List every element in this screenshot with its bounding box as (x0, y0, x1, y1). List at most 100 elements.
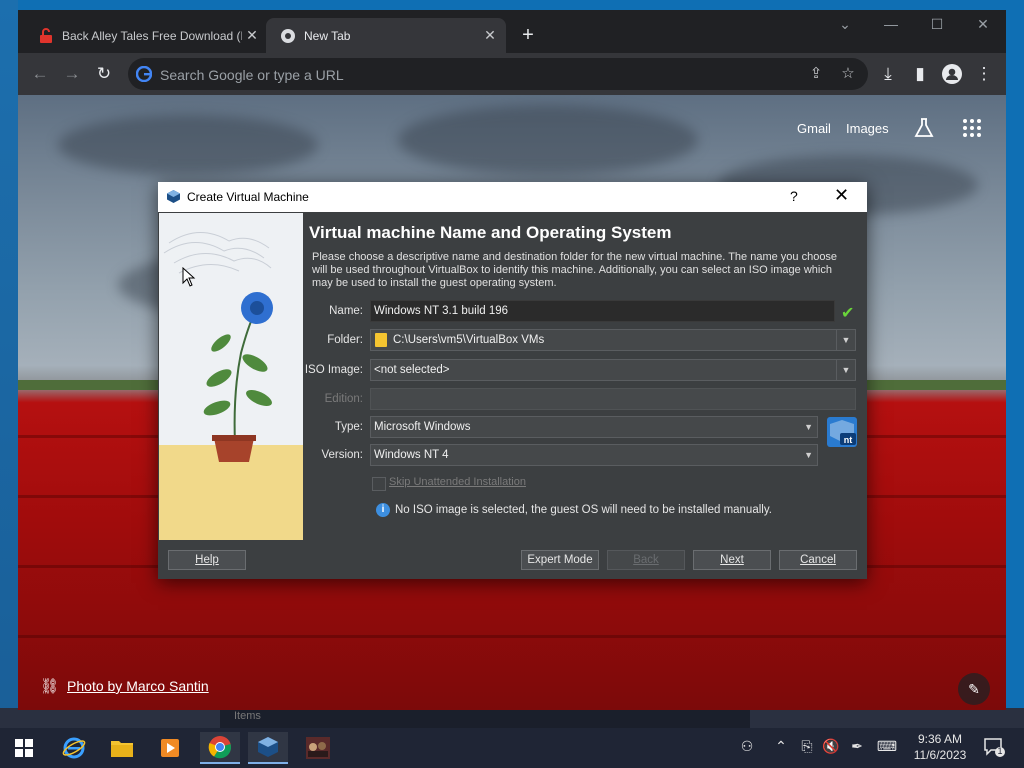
chevron-down-icon: ▼ (804, 450, 813, 460)
customize-pencil-icon[interactable]: ✎ (958, 673, 990, 705)
lock-icon (38, 27, 54, 44)
tab-title: New Tab (304, 28, 351, 43)
version-label: Version: (321, 449, 363, 461)
background-window: Items (220, 708, 750, 728)
wizard-illustration (159, 213, 303, 540)
tab-back-alley-tales[interactable]: Back Alley Tales Free Download (P ✕ (24, 18, 268, 53)
file-explorer-icon[interactable] (102, 732, 142, 764)
folder-icon (375, 333, 387, 347)
iso-combo[interactable]: <not selected> ▼ (370, 359, 856, 381)
desktop-background (0, 0, 18, 728)
apps-grid-icon[interactable] (961, 117, 983, 139)
expert-mode-label: Expert Mode (527, 554, 593, 566)
network-icon[interactable]: ⎘ (796, 738, 818, 755)
internet-explorer-icon[interactable] (54, 732, 94, 764)
volume-muted-icon[interactable]: 🔇 (820, 738, 842, 755)
taskbar-clock[interactable]: 9:36 AM 11/6/2023 (905, 731, 975, 763)
type-combo[interactable]: Microsoft Windows ▼ (370, 416, 818, 438)
photo-credit-text: Photo by Marco Santin (67, 678, 209, 694)
chevron-down-icon[interactable]: ▼ (836, 330, 855, 350)
folder-label: Folder: (327, 334, 363, 346)
windows-nt-os-icon: nt (826, 416, 858, 448)
side-panel-icon[interactable]: ▮ (910, 64, 930, 84)
info-text: No ISO image is selected, the guest OS w… (395, 504, 772, 516)
next-button[interactable]: Next (693, 550, 771, 570)
edition-combo (370, 388, 856, 410)
iso-value: <not selected> (374, 364, 450, 376)
omnibox[interactable]: Search Google or type a URL ⇪ ☆ (128, 58, 868, 90)
images-link[interactable]: Images (846, 121, 889, 136)
share-icon[interactable]: ⇪ (806, 64, 826, 82)
gmail-link[interactable]: Gmail (797, 121, 831, 136)
wizard-description: Please choose a descriptive name and des… (312, 251, 838, 289)
background-cloud (398, 105, 698, 175)
chrome-icon (280, 28, 296, 44)
chevron-down-icon[interactable]: ▼ (836, 360, 855, 380)
wizard-heading: Virtual machine Name and Operating Syste… (309, 223, 672, 242)
name-input[interactable]: Windows NT 3.1 build 196 (370, 300, 835, 322)
labs-flask-icon[interactable] (913, 117, 935, 139)
folder-combo[interactable]: C:\Users\vm5\VirtualBox VMs ▼ (370, 329, 856, 351)
cancel-button-label: Cancel (800, 554, 836, 566)
tab-title: Back Alley Tales Free Download (P (62, 28, 242, 43)
close-tab-icon[interactable]: ✕ (242, 27, 262, 44)
background-cloud (58, 115, 318, 175)
back-icon[interactable]: ← (30, 64, 50, 84)
tab-new-tab[interactable]: New Tab ✕ (266, 18, 506, 53)
dialog-title: Create Virtual Machine (187, 190, 309, 204)
people-icon[interactable]: ⚇ (736, 738, 758, 755)
svg-text:nt: nt (844, 435, 853, 445)
menu-icon[interactable]: ⋮ (974, 64, 994, 84)
next-button-label: Next (720, 554, 744, 566)
back-button[interactable]: Back (607, 550, 685, 570)
new-tab-button[interactable]: + (516, 24, 540, 47)
create-vm-dialog: Create Virtual Machine ? ✕ Virtual machi… (158, 182, 867, 579)
chrome-taskbar-icon[interactable] (200, 732, 240, 764)
help-question-icon[interactable]: ? (790, 188, 798, 204)
tab-strip: Back Alley Tales Free Download (P ✕ New … (18, 10, 1006, 53)
version-combo[interactable]: Windows NT 4 ▼ (370, 444, 818, 466)
google-icon (135, 65, 153, 83)
pen-ink-icon[interactable]: ✒ (846, 738, 868, 755)
clock-time: 9:36 AM (917, 732, 963, 746)
start-button[interactable] (4, 732, 44, 764)
virtualbox-icon (166, 189, 181, 204)
folder-value: C:\Users\vm5\VirtualBox VMs (393, 334, 545, 346)
reload-icon[interactable]: ↻ (94, 64, 114, 84)
close-window-icon[interactable]: ✕ (968, 16, 998, 33)
minimize-icon[interactable]: — (876, 16, 906, 32)
link-icon: ⛓ (40, 678, 60, 695)
help-button[interactable]: Help (168, 550, 246, 570)
photo-credit[interactable]: ⛓ Photo by Marco Santin (40, 677, 209, 695)
maximize-icon[interactable]: ☐ (922, 16, 952, 33)
iso-info-message: i No ISO image is selected, the guest OS… (376, 503, 772, 517)
browser-toolbar: ← → ↻ Search Google or type a URL ⇪ ☆ ⤓ … (18, 53, 1006, 95)
info-icon: i (376, 503, 390, 517)
virtualbox-taskbar-icon[interactable] (248, 732, 288, 764)
expert-mode-button[interactable]: Expert Mode (521, 550, 599, 570)
touch-keyboard-icon[interactable]: ⌨ (876, 738, 898, 755)
dialog-button-bar: Help Expert Mode Back Next Cancel (158, 540, 867, 579)
cancel-button[interactable]: Cancel (779, 550, 857, 570)
tab-search-icon[interactable]: ⌄ (830, 16, 860, 33)
dialog-close-icon[interactable]: ✕ (834, 185, 849, 206)
download-icon[interactable]: ⤓ (878, 64, 898, 84)
action-center-icon[interactable]: 1 (983, 736, 1005, 758)
wizard-content: Virtual machine Name and Operating Syste… (304, 213, 867, 540)
game-app-icon[interactable] (298, 732, 338, 764)
bookmark-star-icon[interactable]: ☆ (838, 64, 858, 82)
iso-label: ISO Image: (304, 364, 363, 376)
name-label: Name: (329, 305, 363, 317)
notification-count: 1 (997, 746, 1003, 756)
windows-taskbar: ⚇ ⌃ ⎘ 🔇 ✒ ⌨ 9:36 AM 11/6/2023 1 (0, 728, 1024, 768)
clock-date: 11/6/2023 (913, 748, 967, 762)
skip-unattended-checkbox[interactable] (372, 477, 386, 491)
close-tab-icon[interactable]: ✕ (480, 27, 500, 44)
version-value: Windows NT 4 (374, 449, 449, 461)
forward-icon[interactable]: → (62, 64, 82, 84)
type-value: Microsoft Windows (374, 421, 471, 433)
media-player-icon[interactable] (150, 732, 190, 764)
edition-label: Edition: (324, 393, 363, 405)
show-hidden-icons-chevron-icon[interactable]: ⌃ (770, 738, 792, 755)
profile-icon[interactable] (942, 64, 962, 84)
